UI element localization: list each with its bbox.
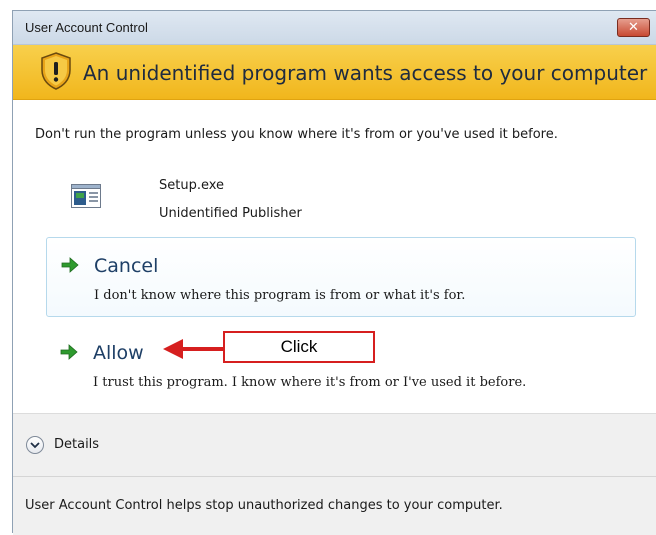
chevron-down-icon[interactable] [26,436,44,454]
close-button[interactable]: ✕ [617,18,650,37]
warning-banner: An unidentified program wants access to … [13,45,656,100]
details-label[interactable]: Details [54,437,99,452]
warning-message: Don't run the program unless you know wh… [35,127,558,142]
close-icon: ✕ [628,20,639,35]
banner-heading: An unidentified program wants access to … [83,61,648,85]
window-title: User Account Control [25,20,148,35]
shield-warning-icon [41,52,71,90]
green-arrow-icon [60,344,78,360]
title-bar: User Account Control ✕ [13,11,656,45]
footer-text: User Account Control helps stop unauthor… [25,498,503,513]
details-section: Details User Account Control helps stop … [13,413,656,535]
green-arrow-icon [61,257,79,273]
annotation-label: Click [280,337,318,356]
uac-dialog: User Account Control ✕ An unidentified p… [12,10,656,535]
allow-label: Allow [93,342,144,364]
cancel-label: Cancel [94,255,159,277]
application-icon [71,184,101,208]
details-toggle[interactable]: Details [13,414,656,476]
annotation-callout: Click [223,331,375,363]
allow-description: I trust this program. I know where it's … [93,375,527,390]
footer-divider [13,476,656,477]
cancel-button[interactable]: Cancel I don't know where this program i… [46,237,636,317]
publisher-name: Unidentified Publisher [159,206,302,221]
cancel-description: I don't know where this program is from … [94,288,466,303]
program-name: Setup.exe [159,178,225,193]
